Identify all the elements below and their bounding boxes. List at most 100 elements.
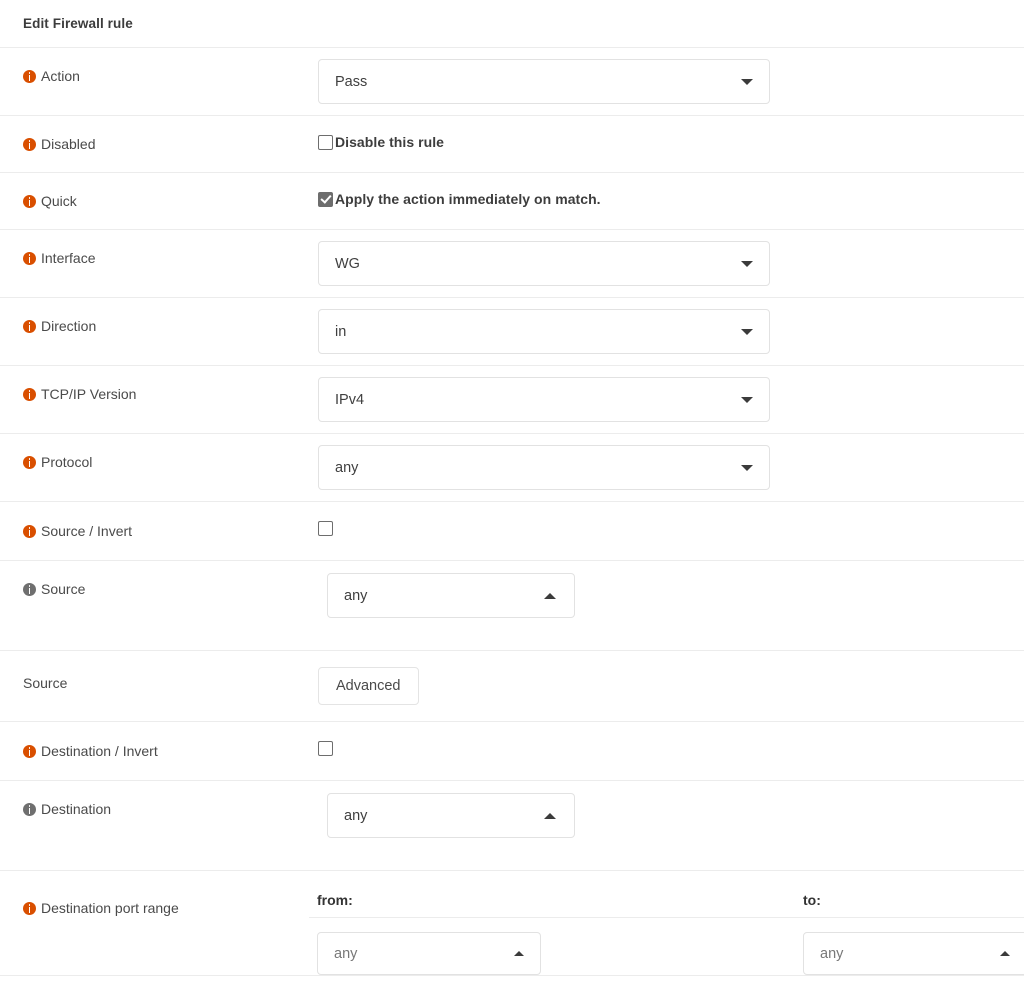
info-icon[interactable] xyxy=(23,583,36,596)
value-action: Pass xyxy=(309,48,1024,115)
value-destination: any xyxy=(309,781,1024,870)
value-quick: Apply the action immediately on match. xyxy=(309,173,1024,218)
action-select-value: Pass xyxy=(335,74,367,90)
label-destination-port-range-text: Destination port range xyxy=(41,898,179,918)
port-to-select[interactable]: any xyxy=(803,932,1024,975)
chevron-down-icon xyxy=(741,465,753,471)
label-direction: Direction xyxy=(0,298,309,354)
value-source-advanced: Advanced xyxy=(309,651,1024,721)
checkbox-icon[interactable] xyxy=(318,135,333,150)
form-row-direction: Direction in xyxy=(0,298,1024,366)
quick-checkbox-label[interactable]: Apply the action immediately on match. xyxy=(335,191,601,207)
port-from-header: from: xyxy=(309,892,793,908)
chevron-up-icon xyxy=(544,593,556,599)
chevron-up-icon xyxy=(514,951,524,956)
edit-firewall-rule-form: Edit Firewall rule Action Pass Disabled … xyxy=(0,0,1024,1007)
info-icon[interactable] xyxy=(23,195,36,208)
destination-select[interactable]: any xyxy=(327,793,575,838)
value-interface: WG xyxy=(309,230,1024,297)
port-range-body: any any xyxy=(309,918,1024,975)
value-source: any xyxy=(309,561,1024,650)
label-source-text: Source xyxy=(41,579,85,599)
quick-checkbox-group[interactable]: Apply the action immediately on match. xyxy=(318,184,1024,207)
label-action: Action xyxy=(0,48,309,104)
page-title: Edit Firewall rule xyxy=(0,0,1024,48)
checkbox-icon[interactable] xyxy=(318,521,333,536)
form-row-source-advanced: Source Advanced xyxy=(0,651,1024,722)
source-select-value: any xyxy=(344,588,367,604)
info-icon[interactable] xyxy=(23,456,36,469)
info-icon[interactable] xyxy=(23,525,36,538)
disabled-checkbox-group[interactable]: Disable this rule xyxy=(318,127,1024,150)
port-to-cell: any xyxy=(793,932,1024,975)
label-protocol-text: Protocol xyxy=(41,452,92,472)
value-destination-port-range: from: to: any any xyxy=(309,871,1024,975)
port-from-select[interactable]: any xyxy=(317,932,541,975)
port-to-header: to: xyxy=(793,892,821,908)
source-invert-checkbox-group[interactable] xyxy=(318,513,1024,536)
form-title-text: Edit Firewall rule xyxy=(23,16,133,31)
label-tcpip-version-text: TCP/IP Version xyxy=(41,384,136,404)
tcpip-version-select[interactable]: IPv4 xyxy=(318,377,770,422)
disabled-checkbox-label[interactable]: Disable this rule xyxy=(335,134,444,150)
info-icon[interactable] xyxy=(23,70,36,83)
label-source-invert: Source / Invert xyxy=(0,502,309,560)
info-icon[interactable] xyxy=(23,803,36,816)
info-icon[interactable] xyxy=(23,388,36,401)
source-advanced-button[interactable]: Advanced xyxy=(318,667,419,705)
value-protocol: any xyxy=(309,434,1024,501)
chevron-up-icon xyxy=(1000,951,1010,956)
value-direction: in xyxy=(309,298,1024,365)
action-select[interactable]: Pass xyxy=(318,59,770,104)
label-protocol: Protocol xyxy=(0,434,309,490)
destination-select-value: any xyxy=(344,808,367,824)
info-icon[interactable] xyxy=(23,252,36,265)
source-select[interactable]: any xyxy=(327,573,575,618)
checkbox-icon[interactable] xyxy=(318,192,333,207)
label-destination-port-range: Destination port range xyxy=(0,871,309,936)
info-icon[interactable] xyxy=(23,138,36,151)
tcpip-version-select-value: IPv4 xyxy=(335,392,364,408)
interface-select-value: WG xyxy=(335,256,360,272)
chevron-down-icon xyxy=(741,261,753,267)
form-row-destination-invert: Destination / Invert xyxy=(0,722,1024,781)
chevron-down-icon xyxy=(741,397,753,403)
label-tcpip-version: TCP/IP Version xyxy=(0,366,309,422)
interface-select[interactable]: WG xyxy=(318,241,770,286)
value-disabled: Disable this rule xyxy=(309,116,1024,161)
info-icon[interactable] xyxy=(23,902,36,915)
label-source-invert-text: Source / Invert xyxy=(41,521,132,541)
protocol-select-value: any xyxy=(335,460,358,476)
label-source: Source xyxy=(0,561,309,617)
checkbox-icon[interactable] xyxy=(318,741,333,756)
direction-select-value: in xyxy=(335,324,346,340)
value-destination-invert xyxy=(309,722,1024,767)
port-from-value: any xyxy=(334,946,357,962)
info-icon[interactable] xyxy=(23,745,36,758)
label-disabled: Disabled xyxy=(0,116,309,172)
label-disabled-text: Disabled xyxy=(41,134,95,154)
form-row-tcpip-version: TCP/IP Version IPv4 xyxy=(0,366,1024,434)
label-direction-text: Direction xyxy=(41,316,96,336)
port-to-value: any xyxy=(820,946,843,962)
label-source-advanced-text: Source xyxy=(23,673,67,693)
port-from-cell: any xyxy=(309,932,793,975)
label-interface: Interface xyxy=(0,230,309,286)
port-range-grid: from: to: any any xyxy=(309,871,1024,975)
form-row-quick: Quick Apply the action immediately on ma… xyxy=(0,173,1024,230)
value-source-invert xyxy=(309,502,1024,547)
label-destination-invert: Destination / Invert xyxy=(0,722,309,780)
chevron-down-icon xyxy=(741,329,753,335)
label-action-text: Action xyxy=(41,66,80,86)
direction-select[interactable]: in xyxy=(318,309,770,354)
info-icon[interactable] xyxy=(23,320,36,333)
port-range-header: from: to: xyxy=(309,871,1024,918)
destination-invert-checkbox-group[interactable] xyxy=(318,733,1024,756)
label-destination-text: Destination xyxy=(41,799,111,819)
protocol-select[interactable]: any xyxy=(318,445,770,490)
form-row-interface: Interface WG xyxy=(0,230,1024,298)
chevron-up-icon xyxy=(544,813,556,819)
chevron-down-icon xyxy=(741,79,753,85)
form-row-source: Source any xyxy=(0,561,1024,651)
form-row-source-invert: Source / Invert xyxy=(0,502,1024,561)
